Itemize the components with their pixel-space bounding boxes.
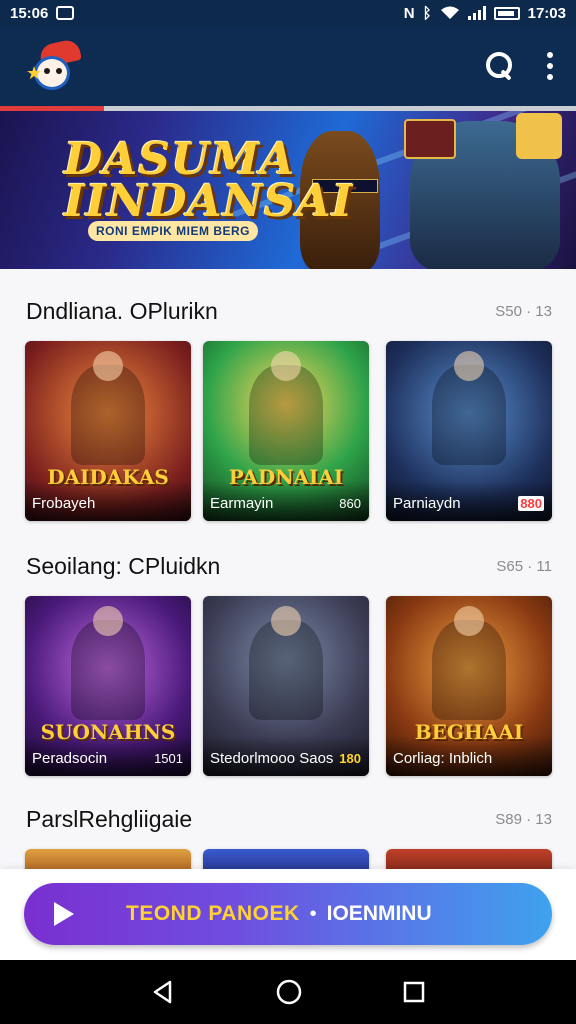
signal-icon (467, 6, 486, 20)
cta-label: TEOND PANOEK (126, 902, 300, 925)
section-header: ParslRehgliigaie S89 · 13 (26, 804, 552, 834)
game-card[interactable]: PADNAIAI Earmayin 860 (203, 341, 369, 521)
section-title: Seoilang: CPluidkn (26, 552, 221, 579)
card-label: Corliag: Inblich (393, 750, 493, 767)
card-count: 180 (339, 751, 361, 766)
section-meta[interactable]: S65 · 11 (496, 558, 552, 575)
status-bar: 15:06 N ᛒ 17:03 (0, 0, 576, 26)
card-count: 880 (518, 496, 544, 511)
app-screen: 15:06 N ᛒ 17:03 ★ DASUMA IINDANSAI RONI … (0, 0, 576, 1024)
banner-mascot-badge (516, 113, 562, 159)
game-card[interactable]: Stedorlmooo Saos 180 (203, 596, 369, 776)
card-character (71, 606, 145, 720)
card-label: Earmayin (210, 495, 274, 512)
app-bar: ★ (0, 26, 576, 106)
logo-eye (56, 68, 62, 74)
recents-icon[interactable] (402, 980, 426, 1004)
game-card[interactable]: Parniaydn 880 (386, 341, 552, 521)
card-character (71, 351, 145, 465)
battery-icon (493, 6, 520, 20)
home-icon[interactable] (275, 978, 303, 1006)
card-art (203, 849, 369, 869)
play-cta-button[interactable]: TEOND PANOEK • IOENMINU (24, 883, 552, 945)
nfc-icon: N (403, 4, 415, 22)
app-icon (56, 6, 75, 20)
featured-banner[interactable]: DASUMA IINDANSAI RONI EMPIK MIEM BERG (0, 111, 576, 269)
game-card[interactable]: DAIDAKAS Frobayeh (25, 341, 191, 521)
bluetooth-icon: ᛒ (422, 4, 432, 22)
section-title: Dndliana. OPlurikn (26, 297, 218, 324)
card-art (25, 849, 191, 869)
app-bar-actions (484, 50, 554, 82)
search-icon[interactable] (484, 50, 516, 82)
game-card-partial[interactable] (386, 849, 552, 869)
card-count: 1501 (154, 751, 183, 766)
card-character (249, 351, 323, 465)
game-card[interactable]: BEGHAAI Corliag: Inblich (386, 596, 552, 776)
status-icons: N ᛒ 17:03 (404, 5, 566, 22)
logo-eye (44, 68, 50, 74)
card-count: 860 (339, 496, 361, 511)
card-character (249, 606, 323, 720)
system-nav-bar (0, 960, 576, 1024)
banner-title: DASUMA IINDANSAI (64, 134, 354, 227)
status-time-right: 17:03 (527, 4, 566, 22)
section-meta[interactable]: S50 · 13 (495, 303, 552, 320)
card-art (386, 849, 552, 869)
card-character (432, 351, 506, 465)
bottom-action-area: TEOND PANOEK • IOENMINU (0, 869, 576, 960)
logo-star-icon: ★ (26, 63, 43, 83)
card-label: Parniaydn (393, 495, 461, 512)
section-meta[interactable]: S89 · 13 (495, 811, 552, 828)
section-header: Seoilang: CPluidkn S65 · 11 (26, 551, 552, 581)
game-card[interactable]: SUONAHNS Peradsocin 1501 (25, 596, 191, 776)
card-label: Frobayeh (32, 495, 96, 512)
section-header: Dndliana. OPlurikn S50 · 13 (26, 296, 552, 326)
wifi-icon (440, 6, 459, 19)
game-card-partial[interactable] (25, 849, 191, 869)
more-vert-icon[interactable] (546, 52, 554, 80)
content-scroll-area[interactable]: Dndliana. OPlurikn S50 · 13 DAIDAKAS Fro… (0, 269, 576, 869)
cta-label-secondary: IOENMINU (326, 902, 432, 925)
game-card-partial[interactable] (203, 849, 369, 869)
card-label: Stedorlmooo Saos (210, 750, 334, 767)
app-logo[interactable]: ★ (22, 38, 82, 94)
banner-badge (404, 119, 456, 159)
banner-subtitle: RONI EMPIK MIEM BERG (88, 221, 259, 241)
section-title: ParslRehgliigaie (26, 805, 193, 832)
card-label: Peradsocin (32, 750, 108, 767)
card-character (432, 606, 506, 720)
status-time: 15:06 (10, 4, 49, 22)
back-icon[interactable] (150, 979, 176, 1005)
play-icon (54, 902, 74, 926)
cta-separator: • (309, 902, 317, 925)
